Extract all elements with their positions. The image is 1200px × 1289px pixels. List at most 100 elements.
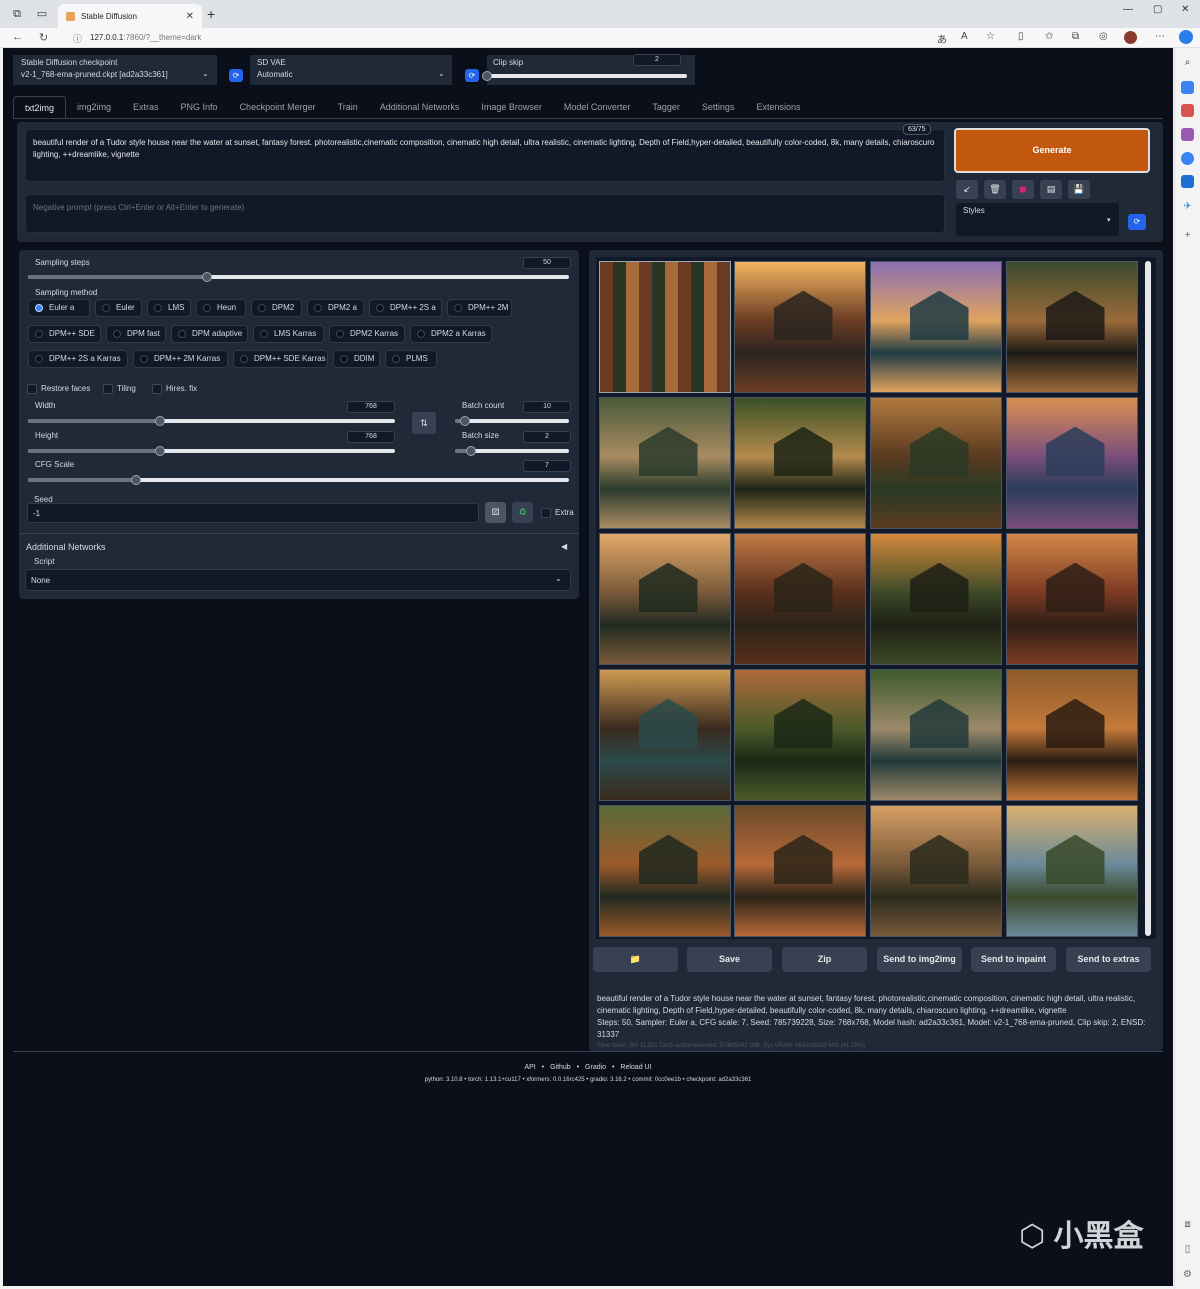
new-tab-button[interactable]: + [207, 6, 215, 22]
sampler-dpm-2s-a-karras[interactable]: DPM++ 2S a Karras [28, 350, 128, 368]
batch-size-input[interactable]: 2 [523, 431, 571, 443]
tab-model-converter[interactable]: Model Converter [553, 96, 642, 118]
generate-button[interactable]: Generate [954, 128, 1150, 173]
styles-refresh-button[interactable]: ⟳ [1128, 214, 1146, 230]
gallery-thumbnail[interactable] [1006, 805, 1138, 937]
sampler-lms-karras[interactable]: LMS Karras [253, 325, 324, 343]
vae-refresh-button[interactable]: ⟳ [465, 69, 479, 82]
checkpoint-select[interactable]: v2-1_768-ema-pruned.ckpt [ad2a33c361] [21, 70, 168, 79]
close-tab-icon[interactable]: ✕ [186, 11, 194, 22]
gallery-thumbnail[interactable] [734, 805, 866, 937]
gallery-thumbnail[interactable] [734, 397, 866, 529]
tab-train[interactable]: Train [327, 96, 369, 118]
clip-skip-slider[interactable] [482, 71, 687, 81]
tab-checkpoint-merger[interactable]: Checkpoint Merger [229, 96, 327, 118]
zip-button[interactable]: Zip [782, 947, 867, 972]
negative-prompt-textarea[interactable]: Negative prompt (press Ctrl+Enter or Alt… [25, 194, 945, 233]
gallery-thumbnail[interactable] [1006, 261, 1138, 393]
profile-avatar[interactable] [1124, 31, 1137, 44]
footer-link-gradio[interactable]: Gradio [585, 1064, 606, 1071]
info-icon[interactable]: ⓘ [73, 32, 82, 45]
width-slider[interactable] [28, 416, 395, 426]
checkpoint-refresh-button[interactable]: ⟳ [229, 69, 243, 82]
settings-icon[interactable]: ⚙ [1181, 1268, 1194, 1281]
sampling-steps-input[interactable]: 50 [523, 257, 571, 269]
save-button[interactable]: Save [687, 947, 772, 972]
batch-size-slider[interactable] [455, 446, 569, 456]
chevron-down-icon[interactable]: ⌄ [555, 574, 562, 583]
sampler-euler[interactable]: Euler [95, 299, 142, 317]
split-screen-icon[interactable]: ▯ [1018, 31, 1024, 42]
seed-input[interactable]: -1 [27, 503, 479, 523]
gallery-thumbnail[interactable] [599, 805, 731, 937]
gallery-thumbnail[interactable] [870, 669, 1002, 801]
batch-count-input[interactable]: 10 [523, 401, 571, 413]
sampler-dpm2-karras[interactable]: DPM2 Karras [329, 325, 405, 343]
hires-fix-checkbox[interactable]: Hires. fix [152, 384, 197, 394]
gallery-thumbnail[interactable] [734, 533, 866, 665]
footer-link-github[interactable]: Github [550, 1064, 571, 1071]
slider-thumb[interactable] [201, 272, 212, 282]
browser-tab[interactable]: Stable Diffusion ✕ [58, 4, 202, 28]
sampler-dpm-fast[interactable]: DPM fast [106, 325, 166, 343]
read-aloud-icon[interactable]: A [961, 31, 968, 42]
extensions-icon[interactable]: ◎ [1099, 31, 1108, 42]
gallery-thumbnail[interactable] [734, 669, 866, 801]
send-icon[interactable]: ✈ [1181, 200, 1194, 213]
maximize-icon[interactable]: ▢ [1153, 4, 1162, 15]
footer-link-api[interactable]: API [524, 1064, 535, 1071]
sampler-dpm2[interactable]: DPM2 [251, 299, 302, 317]
cfg-scale-slider[interactable] [28, 475, 569, 485]
outlook-icon[interactable] [1181, 175, 1194, 188]
sampler-euler-a[interactable]: Euler a [28, 299, 90, 317]
script-select[interactable]: None [25, 569, 571, 591]
tag-icon[interactable] [1181, 81, 1194, 94]
prompt-textarea[interactable]: beautiful render of a Tudor style house … [25, 129, 945, 182]
vae-select[interactable]: Automatic [257, 70, 293, 79]
sampling-steps-slider[interactable] [28, 272, 569, 282]
tab-tagger[interactable]: Tagger [641, 96, 691, 118]
cfg-scale-input[interactable]: 7 [523, 460, 571, 472]
gallery-thumbnail[interactable] [599, 533, 731, 665]
slider-thumb[interactable] [482, 71, 492, 81]
sampler-dpm-adaptive[interactable]: DPM adaptive [171, 325, 248, 343]
sampler-dpm-2s-a[interactable]: DPM++ 2S a [369, 299, 442, 317]
workspaces-icon[interactable]: ⧉ [10, 7, 24, 21]
sampler-dpm2-a-karras[interactable]: DPM2 a Karras [410, 325, 492, 343]
check-icon[interactable]: ↙ [956, 180, 978, 199]
chevron-down-icon[interactable]: ⌄ [202, 69, 209, 78]
sampler-plms[interactable]: PLMS [385, 350, 437, 368]
screenshot-icon[interactable]: ⧈ [1181, 1218, 1194, 1231]
extra-checkbox[interactable]: Extra [541, 508, 574, 518]
gallery-grid-thumbnail[interactable] [599, 261, 731, 393]
height-input[interactable]: 768 [347, 431, 395, 443]
batch-count-slider[interactable] [455, 416, 569, 426]
gallery-scrollbar[interactable] [1145, 261, 1151, 936]
picture-icon[interactable]: ◼ [1012, 180, 1034, 199]
swap-dimensions-icon[interactable]: ⇅ [412, 412, 436, 434]
search-icon[interactable]: ⌕ [1181, 56, 1194, 69]
gallery-thumbnail[interactable] [870, 397, 1002, 529]
gallery-thumbnail[interactable] [1006, 397, 1138, 529]
additional-networks-header[interactable]: Additional Networks [26, 542, 106, 552]
back-icon[interactable]: ← [12, 31, 23, 43]
favorite-icon[interactable]: ☆ [986, 31, 995, 42]
tab-txt2img[interactable]: txt2img [13, 96, 67, 118]
sampler-dpm-sde-karras[interactable]: DPM++ SDE Karras [233, 350, 328, 368]
tab-actions-icon[interactable]: ▭ [35, 7, 49, 21]
url-field[interactable]: 127.0.0.1:7860/?__theme=dark [90, 33, 201, 42]
sampler-dpm-2m[interactable]: DPM++ 2M [447, 299, 512, 317]
dice-icon[interactable]: ⚄ [485, 502, 506, 523]
send-to-inpaint-button[interactable]: Send to inpaint [971, 947, 1056, 972]
send-to-extras-button[interactable]: Send to extras [1066, 947, 1151, 972]
height-slider[interactable] [28, 446, 395, 456]
sidebar-toggle-icon[interactable]: ▯ [1181, 1243, 1194, 1256]
tiling-checkbox[interactable]: Tiling [103, 384, 136, 394]
save-icon[interactable]: 💾 [1068, 180, 1090, 199]
gallery-thumbnail[interactable] [870, 261, 1002, 393]
gallery-thumbnail[interactable] [1006, 669, 1138, 801]
restore-faces-checkbox[interactable]: Restore faces [27, 384, 90, 394]
close-window-icon[interactable]: ✕ [1181, 4, 1189, 15]
sampler-dpm2-a[interactable]: DPM2 a [307, 299, 364, 317]
send-to-img2img-button[interactable]: Send to img2img [877, 947, 962, 972]
